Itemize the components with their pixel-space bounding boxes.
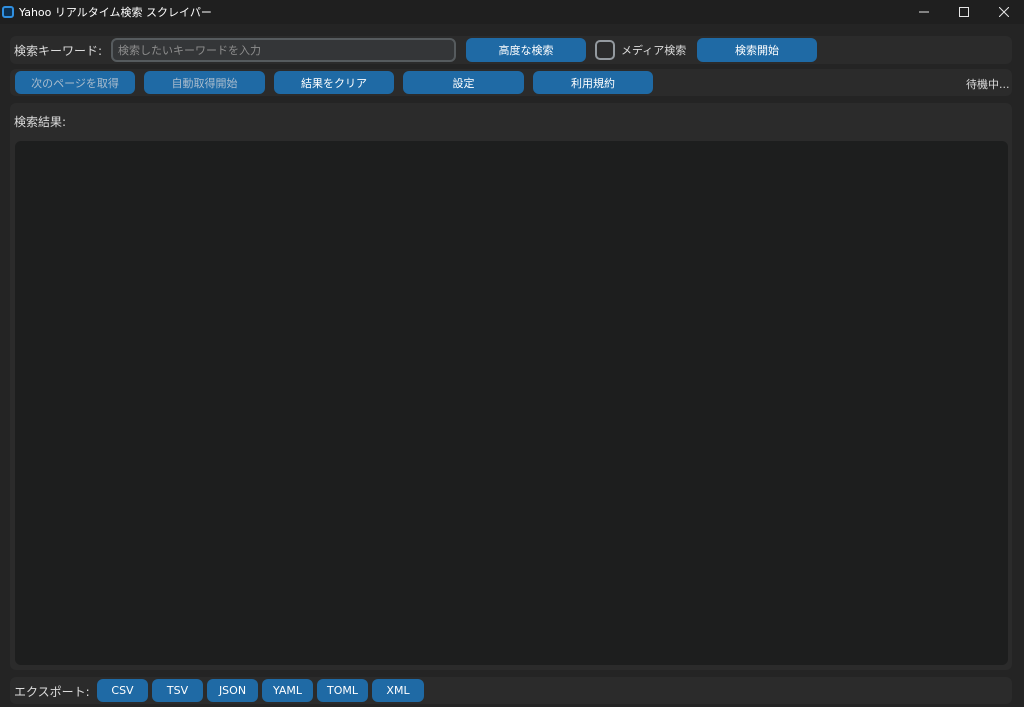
export-toml-button[interactable]: TOML (317, 679, 368, 702)
terms-button[interactable]: 利用規約 (533, 71, 653, 94)
advanced-search-button[interactable]: 高度な検索 (466, 38, 586, 62)
app-window-icon (2, 6, 14, 18)
title-bar[interactable]: Yahoo リアルタイム検索 スクレイパー (0, 0, 1024, 24)
window-controls (904, 0, 1024, 24)
settings-button[interactable]: 設定 (403, 71, 524, 94)
media-search-checkbox[interactable] (595, 40, 615, 60)
next-page-button[interactable]: 次のページを取得 (15, 71, 135, 94)
export-label: エクスポート: (14, 685, 90, 699)
keyword-placeholder: 検索したいキーワードを入力 (118, 44, 261, 57)
keyword-input[interactable]: 検索したいキーワードを入力 (111, 38, 456, 62)
export-yaml-button[interactable]: YAML (262, 679, 313, 702)
clear-results-button[interactable]: 結果をクリア (274, 71, 394, 94)
minimize-icon[interactable] (904, 0, 944, 24)
window-title: Yahoo リアルタイム検索 スクレイパー (19, 6, 212, 19)
results-label: 検索結果: (14, 115, 67, 129)
media-search-label[interactable]: メディア検索 (621, 42, 686, 58)
auto-fetch-button[interactable]: 自動取得開始 (144, 71, 265, 94)
results-textbox[interactable] (15, 141, 1008, 665)
close-icon[interactable] (984, 0, 1024, 24)
maximize-icon[interactable] (944, 0, 984, 24)
app-window: Yahoo リアルタイム検索 スクレイパー 検索キーワード: 検索したいキーワー… (0, 0, 1024, 707)
export-tsv-button[interactable]: TSV (152, 679, 203, 702)
export-json-button[interactable]: JSON (207, 679, 258, 702)
status-text: 待機中... (966, 78, 1010, 91)
export-xml-button[interactable]: XML (372, 679, 424, 702)
start-search-button[interactable]: 検索開始 (697, 38, 817, 62)
export-csv-button[interactable]: CSV (97, 679, 148, 702)
keyword-label: 検索キーワード: (14, 44, 103, 58)
